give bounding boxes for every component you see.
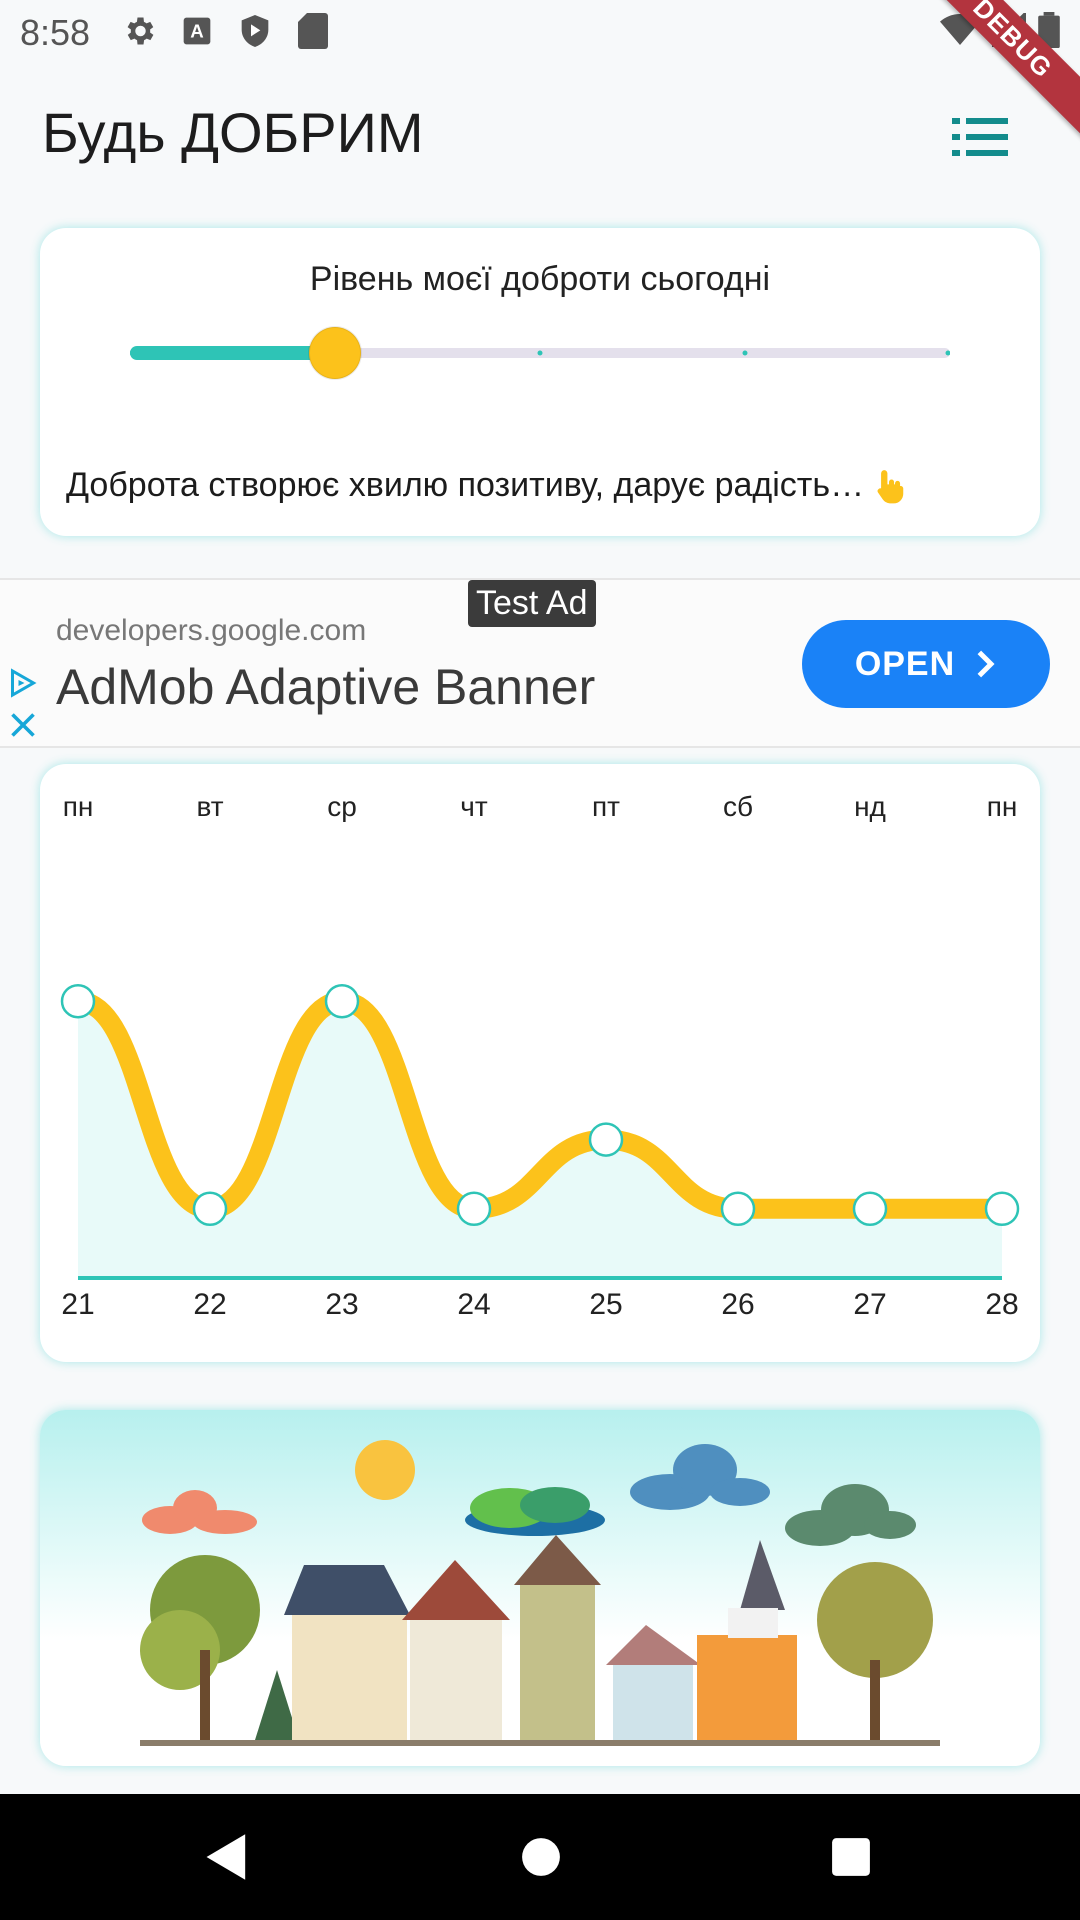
chart-point[interactable]: [852, 1191, 888, 1227]
chart-day-label: пт: [592, 791, 620, 822]
navigation-bar: [0, 1794, 1080, 1920]
slider-tick: [537, 350, 543, 356]
town-illustration-card: [40, 1410, 1040, 1766]
chart-date-label: 27: [853, 1288, 886, 1321]
chart-date-label: 24: [457, 1288, 490, 1321]
ad-banner[interactable]: Test Ad developers.google.com AdMob Adap…: [0, 578, 1080, 748]
cloud-dark-green: [785, 1484, 916, 1546]
close-icon[interactable]: [8, 710, 38, 740]
adchoices-icon[interactable]: [8, 668, 38, 698]
chart-point[interactable]: [984, 1191, 1020, 1227]
chart-day-label: пн: [987, 791, 1018, 822]
chevron-right-icon: [977, 650, 995, 678]
chart-date-label: 26: [721, 1288, 754, 1321]
kindness-slider[interactable]: [130, 318, 950, 388]
chart-date-label: 25: [589, 1288, 622, 1321]
ad-domain[interactable]: developers.google.com: [56, 614, 366, 648]
chart-day-label: нд: [854, 791, 886, 822]
chart-point[interactable]: [720, 1191, 756, 1227]
kindness-message[interactable]: Доброта створює хвилю позитиву, дарує ра…: [66, 466, 1014, 505]
houses: [140, 1535, 940, 1746]
shield-play-icon: [236, 12, 274, 50]
ad-title[interactable]: AdMob Adaptive Banner: [56, 658, 595, 716]
town-illustration: [140, 1440, 940, 1746]
cloud-pink: [142, 1490, 257, 1534]
status-time: 8:58: [20, 12, 91, 53]
chart-day-label: ср: [327, 791, 357, 822]
app-title: Будь ДОБРИМ: [42, 101, 424, 164]
pointing-hand-icon: [877, 469, 904, 503]
chart-point[interactable]: [456, 1191, 492, 1227]
slider-thumb[interactable]: [308, 326, 362, 380]
weekly-kindness-chart[interactable]: пн вт ср чт пт сб нд пн 21 22 23 24 25 26 27 28: [40, 764, 1040, 1362]
chart-date-label: 28: [985, 1288, 1018, 1321]
home-icon[interactable]: [520, 1832, 562, 1882]
chart-point[interactable]: [60, 983, 96, 1019]
sd-card-icon: [294, 12, 332, 50]
chart-point[interactable]: [324, 983, 360, 1019]
chart-date-label: 21: [61, 1288, 94, 1321]
chart-series-line: [68, 991, 1012, 1219]
chart-point[interactable]: [588, 1122, 624, 1157]
cloud-green: [465, 1487, 605, 1536]
ad-open-label: OPEN: [854, 644, 956, 683]
test-ad-label: Test Ad: [468, 580, 596, 627]
status-bar: 8:58 A: [0, 0, 1080, 64]
weekly-chart-card: пн вт ср чт пт сб нд пн 21 22 23 24 25 26 27 28: [40, 764, 1040, 1362]
kindness-card: Рівень моєї доброти сьогодні Доброта ств…: [40, 228, 1040, 536]
kindness-title: Рівень моєї доброти сьогодні: [309, 260, 771, 298]
chart-day-label: чт: [460, 791, 488, 822]
chart-day-label: пн: [63, 791, 94, 822]
back-icon[interactable]: [204, 1832, 250, 1882]
ad-open-button[interactable]: OPEN: [802, 620, 1050, 708]
recents-icon[interactable]: [830, 1832, 872, 1882]
cloud-blue: [630, 1444, 770, 1510]
slider-active-track: [130, 346, 335, 360]
status-icons-left: A: [120, 12, 332, 50]
chart-day-label: сб: [723, 791, 753, 822]
gear-icon: [120, 12, 158, 50]
svg-text:A: A: [190, 21, 203, 42]
chart-day-label: вт: [196, 791, 223, 822]
slider-tick: [742, 350, 748, 356]
chart-date-label: 22: [193, 1288, 226, 1321]
chart-area-fill: [78, 1001, 1002, 1278]
a-icon: A: [178, 12, 216, 50]
chart-point[interactable]: [192, 1191, 228, 1227]
kindness-text: Доброта створює хвилю позитиву, дарує ра…: [66, 466, 865, 504]
list-icon[interactable]: [952, 118, 1008, 158]
chart-date-label: 23: [325, 1288, 358, 1321]
